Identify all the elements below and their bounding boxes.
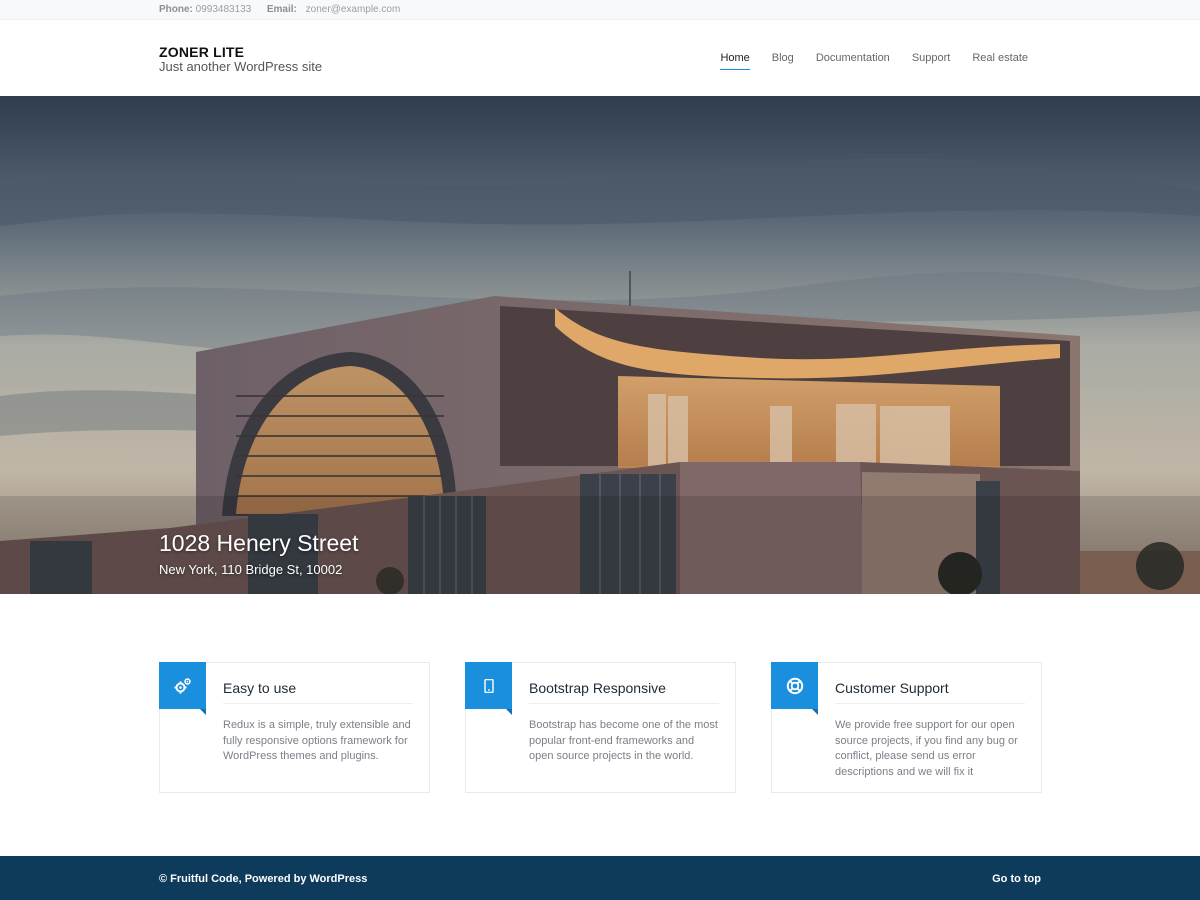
site-header: ZONER LITE Just another WordPress site H… xyxy=(0,20,1200,96)
feature-card-bootstrap-responsive: Bootstrap Responsive Bootstrap has becom… xyxy=(465,662,736,793)
lifebuoy-icon xyxy=(771,662,818,715)
phone-number[interactable]: 0993483133 xyxy=(196,4,252,15)
nav-item-documentation[interactable]: Documentation xyxy=(805,52,901,64)
site-tagline: Just another WordPress site xyxy=(159,59,323,74)
hero-title: 1028 Henery Street xyxy=(159,530,359,556)
feature-text: Bootstrap has become one of the most pop… xyxy=(529,719,718,762)
main-nav: Home Blog Documentation Support Real est… xyxy=(709,52,1028,70)
feature-divider xyxy=(835,703,1025,704)
nav-item-support[interactable]: Support xyxy=(901,52,962,64)
contact-info: Phone: 0993483133 Email: zoner@example.c… xyxy=(159,4,400,15)
hero-building-image xyxy=(0,96,1200,594)
gears-icon xyxy=(159,662,206,715)
feature-divider xyxy=(223,703,413,704)
contact-bar: Phone: 0993483133 Email: zoner@example.c… xyxy=(0,0,1200,20)
feature-text: Redux is a simple, truly extensible and … xyxy=(223,719,411,762)
email-address[interactable]: zoner@example.com xyxy=(306,4,401,15)
nav-item-blog[interactable]: Blog xyxy=(761,52,805,64)
nav-item-real-estate[interactable]: Real estate xyxy=(961,52,1028,64)
footer-copyright: © Fruitful Code, Powered by WordPress xyxy=(159,873,368,885)
hero-subtitle: New York, 110 Bridge St, 10002 xyxy=(159,562,343,577)
phone-label: Phone: xyxy=(159,4,193,15)
feature-card-customer-support: Customer Support We provide free support… xyxy=(771,662,1042,793)
mobile-icon xyxy=(465,662,512,715)
hero-banner: 1028 Henery Street New York, 110 Bridge … xyxy=(0,96,1200,594)
go-to-top-link[interactable]: Go to top xyxy=(992,873,1041,885)
feature-title: Easy to use xyxy=(223,680,297,696)
nav-item-home[interactable]: Home xyxy=(709,52,760,70)
site-footer: © Fruitful Code, Powered by WordPress Go… xyxy=(0,856,1200,900)
email-label: Email: xyxy=(266,4,297,15)
feature-text: We provide free support for our open sou… xyxy=(835,719,1018,778)
feature-divider xyxy=(529,703,719,704)
feature-title: Bootstrap Responsive xyxy=(529,680,666,696)
feature-card-easy-to-use: Easy to use Redux is a simple, truly ext… xyxy=(159,662,430,793)
feature-title: Customer Support xyxy=(835,680,949,696)
site-title[interactable]: ZONER LITE xyxy=(159,44,244,60)
